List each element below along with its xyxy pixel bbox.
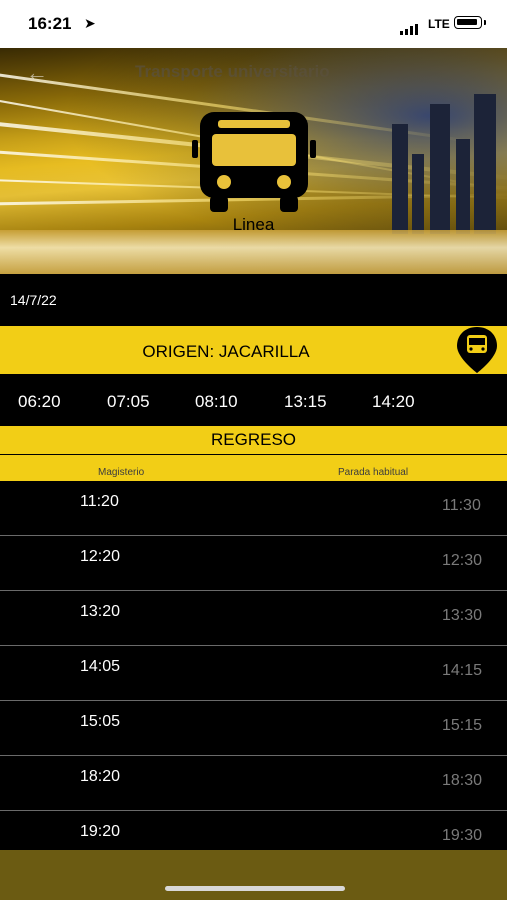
origin-time[interactable]: 14:20 xyxy=(372,392,415,412)
column-headers: Magisterio Parada habitual xyxy=(0,455,507,481)
return-list[interactable]: 11:20 11:30 12:20 12:30 13:20 13:30 14:0… xyxy=(0,481,507,866)
column-header-departure: Magisterio xyxy=(98,467,145,478)
arrival-time: 11:30 xyxy=(442,497,481,514)
header-banner: ← Transporte universitario Linea xyxy=(0,48,507,274)
table-row[interactable]: 12:20 12:30 xyxy=(0,536,507,591)
departure-time: 12:20 xyxy=(80,548,121,565)
arrival-time: 13:30 xyxy=(442,607,483,624)
departure-time: 15:05 xyxy=(80,713,121,730)
origin-times: 06:20 07:05 08:10 13:15 14:20 xyxy=(0,378,507,424)
departure-time: 19:20 xyxy=(80,823,121,840)
bus-stop-pin-icon[interactable] xyxy=(454,325,500,375)
location-arrow-icon: ➤ xyxy=(84,15,96,31)
origin-time[interactable]: 13:15 xyxy=(284,392,327,412)
arrival-time: 12:30 xyxy=(442,552,483,569)
departure-time: 13:20 xyxy=(80,603,121,620)
line-label: Linea xyxy=(232,215,275,234)
table-row[interactable]: 14:05 14:15 xyxy=(0,646,507,701)
signal-icon xyxy=(400,17,420,35)
home-indicator[interactable] xyxy=(165,886,345,891)
departure-time: 14:05 xyxy=(80,658,121,675)
arrival-time: 18:30 xyxy=(442,772,483,789)
back-arrow-icon[interactable]: ← xyxy=(26,60,48,86)
bottom-bar[interactable] xyxy=(0,850,507,900)
network-type: LTE xyxy=(428,17,450,31)
date-label: 14/7/22 xyxy=(10,292,57,308)
departure-time: 18:20 xyxy=(80,768,121,785)
arrival-time: 15:15 xyxy=(442,717,483,734)
battery-icon xyxy=(454,16,486,29)
table-row[interactable]: 18:20 18:30 xyxy=(0,756,507,811)
arrival-time: 14:15 xyxy=(442,662,483,679)
origin-time[interactable]: 07:05 xyxy=(107,392,150,412)
table-row[interactable]: 11:20 11:30 xyxy=(0,481,507,536)
return-label: REGRESO xyxy=(210,430,297,449)
origin-header: ORIGEN: JACARILLA xyxy=(0,326,507,374)
status-bar: 16:21 ➤ LTE xyxy=(0,0,507,48)
return-header: REGRESO xyxy=(0,426,507,454)
bus-icon xyxy=(192,112,316,212)
origin-time[interactable]: 06:20 xyxy=(18,392,61,412)
column-header-stop: Parada habitual xyxy=(338,467,409,478)
status-time: 16:21 xyxy=(28,14,72,33)
table-row[interactable]: 13:20 13:30 xyxy=(0,591,507,646)
origin-time[interactable]: 08:10 xyxy=(195,392,238,412)
departure-time: 11:20 xyxy=(80,493,119,510)
origin-label: ORIGEN: JACARILLA xyxy=(142,342,310,361)
table-row[interactable]: 15:05 15:15 xyxy=(0,701,507,756)
arrival-time: 19:30 xyxy=(442,827,483,844)
page-title: Transporte universitario xyxy=(135,62,330,81)
